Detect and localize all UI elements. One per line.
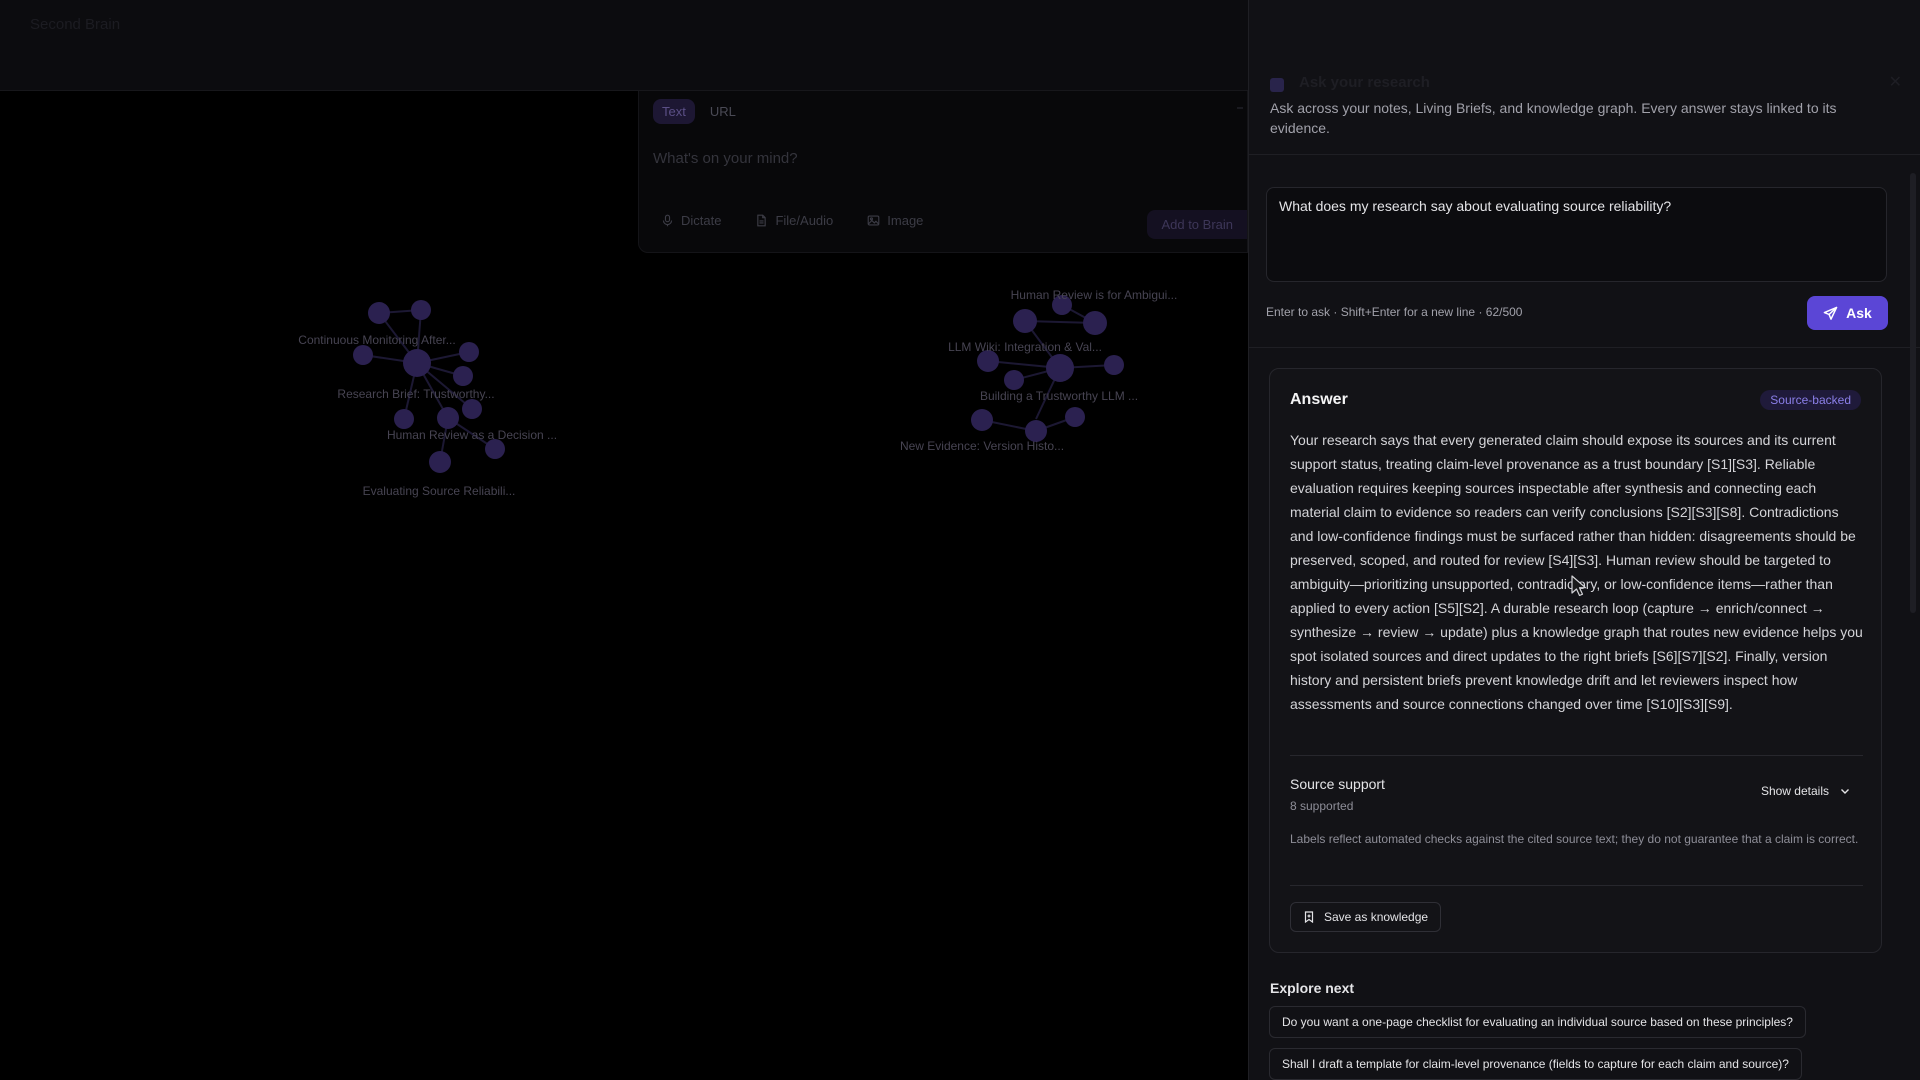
microphone-icon — [662, 214, 673, 227]
graph-node[interactable] — [453, 366, 473, 386]
mouse-cursor-icon — [1571, 575, 1587, 597]
image-icon — [867, 215, 880, 226]
input-hint: Enter to ask · Shift+Enter for a new lin… — [1266, 305, 1523, 319]
file-audio-button[interactable]: File/Audio — [747, 209, 841, 232]
file-icon — [757, 214, 767, 227]
answer-text: Your research says that every generated … — [1290, 432, 1863, 712]
question-input[interactable]: What does my research say about evaluati… — [1266, 187, 1887, 282]
research-icon — [1270, 78, 1284, 92]
top-bar: Second Brain — [0, 0, 1248, 91]
divider — [1290, 755, 1863, 756]
graph-node[interactable] — [1104, 355, 1124, 375]
graph-node[interactable] — [368, 302, 390, 324]
bookmark-plus-icon — [1304, 911, 1314, 923]
graph-node[interactable] — [485, 439, 505, 459]
graph-node[interactable] — [1065, 407, 1085, 427]
panel-title: Ask your research — [1299, 74, 1430, 91]
graph-node-label: Human Review is for Ambigui... — [1011, 288, 1178, 302]
file-audio-label: File/Audio — [775, 213, 834, 228]
graph-node[interactable] — [1046, 354, 1074, 382]
graph-node-label: Human Review as a Decision ... — [387, 428, 557, 442]
panel-subtitle: Ask across your notes, Living Briefs, an… — [1270, 100, 1837, 136]
graph-node-label: Evaluating Source Reliabili... — [363, 484, 516, 498]
graph-node-label: Research Brief: Trustworthy... — [337, 387, 494, 401]
show-details-label: Show details — [1760, 784, 1829, 798]
capture-card: Text URL What's on your mind? Dictate Fi… — [638, 91, 1248, 253]
ask-button-label: Ask — [1846, 305, 1872, 321]
add-to-brain-button[interactable]: Add to Brain — [1147, 210, 1247, 239]
dictate-label: Dictate — [681, 213, 722, 228]
graph-node-label: LLM Wiki: Integration & Val... — [948, 340, 1102, 354]
scrollbar-thumb[interactable] — [1910, 173, 1916, 613]
chevron-down-icon — [1841, 789, 1849, 794]
image-button[interactable]: Image — [859, 209, 931, 232]
graph-node[interactable] — [394, 409, 414, 429]
divider — [1290, 885, 1863, 886]
status-badge: Source-backed — [1760, 390, 1861, 410]
divider — [1249, 347, 1920, 348]
send-icon — [1823, 306, 1838, 320]
answer-card: Answer Source-backed Your research says … — [1269, 368, 1882, 953]
close-icon[interactable]: ✕ — [1889, 72, 1902, 92]
answer-title: Answer — [1290, 391, 1348, 408]
graph-node[interactable] — [971, 409, 993, 431]
graph-node[interactable] — [462, 399, 482, 419]
suggestion-chip[interactable]: Do you want a one-page checklist for eva… — [1269, 1006, 1806, 1038]
graph-node[interactable] — [411, 300, 431, 320]
panel-header: Ask your research ✕ Ask across your note… — [1249, 0, 1920, 155]
graph-node[interactable] — [437, 407, 459, 429]
image-label: Image — [887, 213, 924, 228]
source-support-title: Source support — [1290, 776, 1385, 792]
show-details-toggle[interactable]: Show details — [1761, 784, 1851, 798]
capture-input[interactable]: What's on your mind? — [653, 150, 798, 167]
graph-node[interactable] — [353, 345, 373, 365]
knowledge-graph[interactable]: Continuous Monitoring After... Research … — [0, 253, 1248, 553]
graph-node[interactable] — [1004, 370, 1024, 390]
explore-next-title: Explore next — [1270, 980, 1355, 996]
dictate-button[interactable]: Dictate — [653, 209, 729, 232]
capture-tools: Dictate File/Audio Image — [653, 209, 931, 232]
source-support-count: 8 supported — [1290, 799, 1354, 813]
panel-scrollbar[interactable] — [1906, 173, 1920, 613]
graph-node[interactable] — [429, 451, 451, 473]
ask-button[interactable]: Ask — [1807, 296, 1888, 330]
graph-node[interactable] — [403, 349, 431, 377]
graph-node-label: Building a Trustworthy LLM ... — [980, 389, 1138, 403]
capture-tabs: Text URL — [653, 99, 745, 124]
save-as-knowledge-button[interactable]: Save as knowledge — [1290, 902, 1442, 932]
graph-node[interactable] — [1083, 311, 1107, 335]
graph-node[interactable] — [1013, 309, 1037, 333]
tab-text[interactable]: Text — [653, 99, 695, 124]
tab-url[interactable]: URL — [701, 99, 745, 124]
source-support-note: Labels reflect automated checks against … — [1290, 832, 1859, 846]
capture-menu-icon — [1237, 107, 1243, 109]
suggestion-chip[interactable]: Shall I draft a template for claim-level… — [1269, 1048, 1802, 1080]
graph-node-label: Continuous Monitoring After... — [298, 333, 455, 347]
save-button-label: Save as knowledge — [1324, 910, 1429, 924]
ask-research-panel: Ask your research ✕ Ask across your note… — [1248, 0, 1920, 1080]
graph-node[interactable] — [459, 342, 479, 362]
graph-node-label: New Evidence: Version Histo... — [900, 439, 1064, 453]
app-brand: Second Brain — [30, 16, 121, 33]
